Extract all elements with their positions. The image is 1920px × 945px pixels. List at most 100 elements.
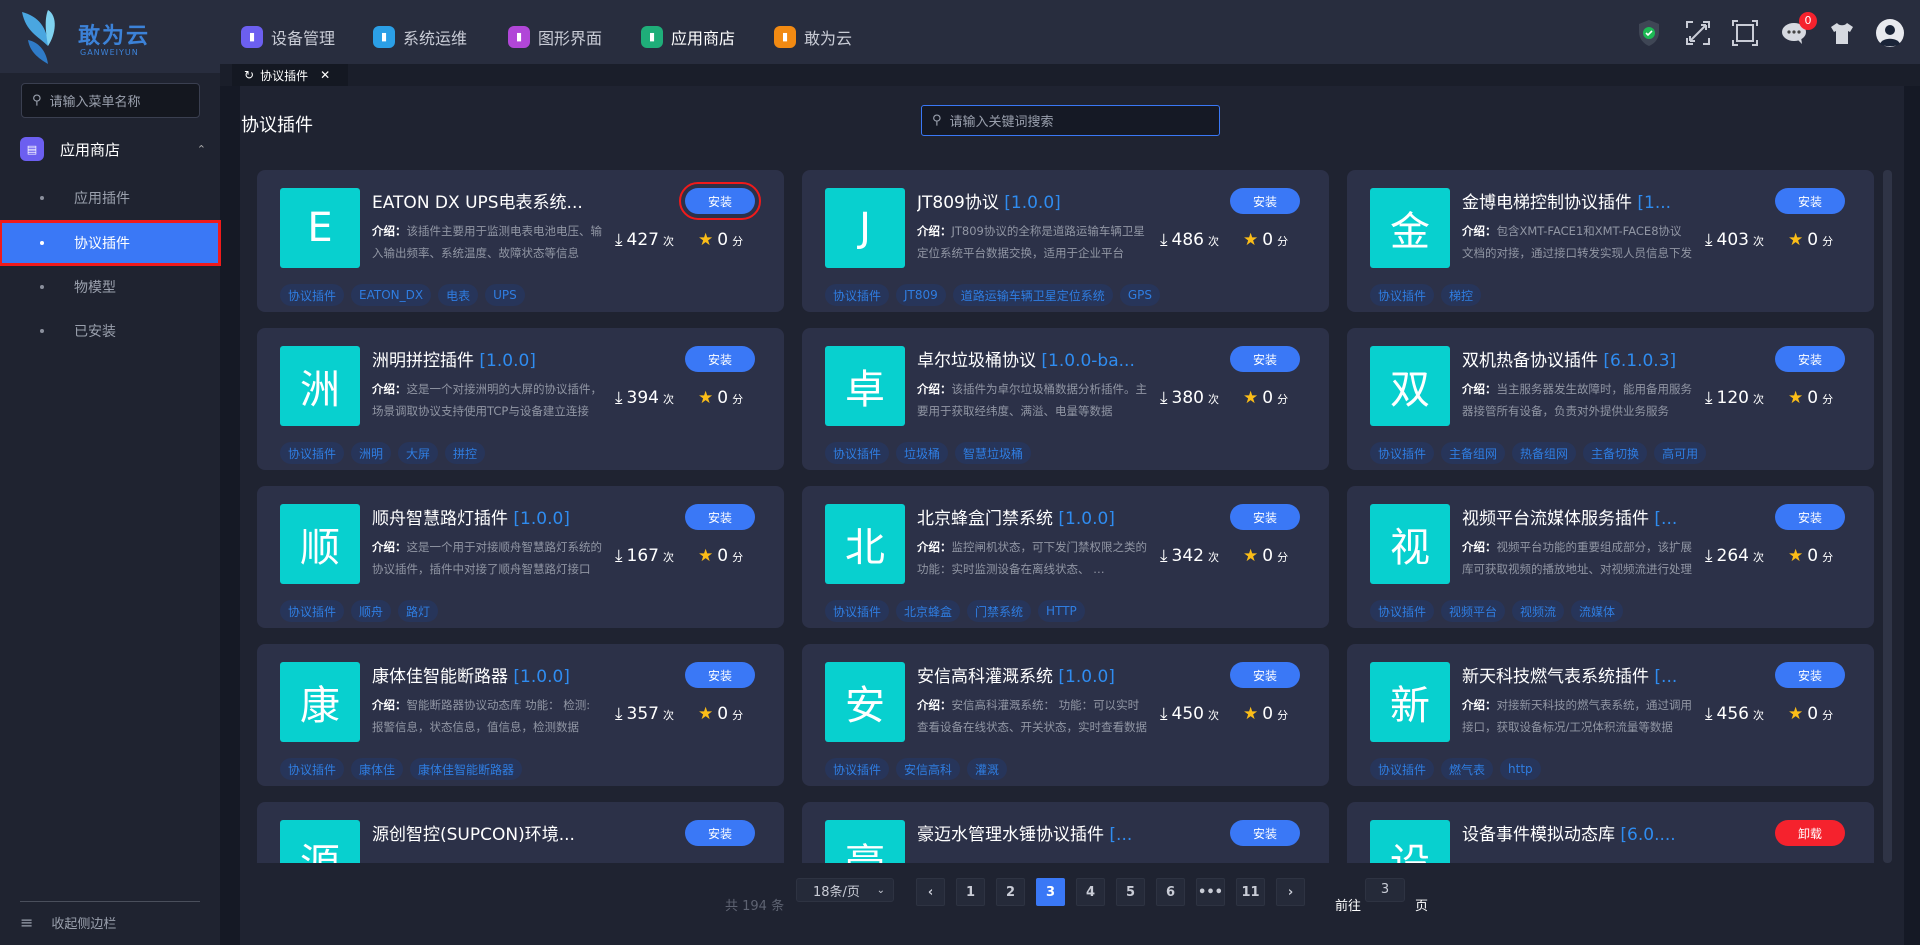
plugin-title[interactable]: 设备事件模拟动态库 [6.0.... (1462, 820, 1702, 845)
plugin-title[interactable]: 顺舟智慧路灯插件 [1.0.0] (372, 504, 612, 529)
sidebar-item-protocol-plugins[interactable]: 协议插件 (0, 220, 221, 266)
plugin-title[interactable]: EATON DX UPS电表系统... (372, 188, 612, 213)
tag[interactable]: 梯控 (1441, 284, 1482, 306)
plugin-title[interactable]: 双机热备协议插件 [6.1.0.3] (1462, 346, 1702, 371)
install-button[interactable]: 安装 (1775, 346, 1845, 372)
tag[interactable]: 安信高科 (896, 758, 961, 780)
keyword-search-input[interactable]: ⚲ 请输入关键词搜索 (921, 105, 1220, 136)
tag[interactable]: 康体佳 (351, 758, 404, 780)
install-button[interactable]: 安装 (1230, 662, 1300, 688)
logo[interactable]: 敢为云 GANWEIYUN (18, 6, 168, 66)
plugin-title[interactable]: 康体佳智能断路器 [1.0.0] (372, 662, 612, 687)
nav-tab-0[interactable]: ▮ 设备管理 (241, 0, 335, 73)
page-size-select[interactable]: 18条/页 ⌄ (796, 878, 894, 902)
tag[interactable]: 视频流 (1512, 600, 1565, 622)
tag[interactable]: http (1500, 758, 1541, 780)
tag[interactable]: 协议插件 (280, 284, 345, 306)
plugin-title[interactable]: 北京蜂盒门禁系统 [1.0.0] (917, 504, 1157, 529)
nav-tab-1[interactable]: ▮ 系统运维 (373, 0, 467, 73)
tag[interactable]: 协议插件 (1370, 600, 1435, 622)
user-avatar[interactable] (1875, 18, 1905, 48)
prev-page-button[interactable]: ‹ (916, 878, 945, 906)
refresh-icon[interactable]: ↻ (244, 68, 254, 82)
install-button[interactable]: 安装 (679, 182, 761, 220)
install-button[interactable]: 安装 (685, 820, 755, 846)
tag[interactable]: 电表 (438, 284, 479, 306)
tag[interactable]: 康体佳智能断路器 (410, 758, 523, 780)
tag[interactable]: 北京蜂盒 (896, 600, 961, 622)
tag[interactable]: 协议插件 (825, 442, 890, 464)
tag[interactable]: 垃圾桶 (896, 442, 949, 464)
tag[interactable]: 主备组网 (1441, 442, 1506, 464)
plugin-title[interactable]: JT809协议 [1.0.0] (917, 188, 1157, 213)
page-button-1[interactable]: 1 (956, 878, 985, 906)
nav-tab-2[interactable]: ▮ 图形界面 (508, 0, 602, 73)
tag[interactable]: 顺舟 (351, 600, 392, 622)
tag[interactable]: 智慧垃圾桶 (955, 442, 1032, 464)
install-button[interactable]: 安装 (685, 504, 755, 530)
tag[interactable]: UPS (485, 284, 525, 306)
page-button-3[interactable]: 3 (1036, 878, 1065, 906)
plugin-title[interactable]: 新天科技燃气表系统插件 [... (1462, 662, 1702, 687)
install-button[interactable]: 安装 (1775, 504, 1845, 530)
tag[interactable]: HTTP (1038, 600, 1085, 622)
tab-protocol-plugins[interactable]: ↻ 协议插件 ✕ (232, 64, 348, 86)
plugin-title[interactable]: 卓尔垃圾桶协议 [1.0.0-ba... (917, 346, 1157, 371)
install-button[interactable]: 安装 (1230, 346, 1300, 372)
sidebar-group-app-store[interactable]: ▤ 应用商店 ⌃ (20, 137, 210, 161)
nav-tab-3[interactable]: ▮ 应用商店 (641, 0, 735, 73)
fullscreen-icon[interactable] (1683, 18, 1713, 48)
sidebar-item-thing-model[interactable]: 物模型 (0, 265, 220, 309)
install-button[interactable]: 安装 (1775, 662, 1845, 688)
tag[interactable]: GPS (1119, 284, 1160, 306)
tag[interactable]: 拼控 (445, 442, 486, 464)
tag[interactable]: 路灯 (398, 600, 439, 622)
install-button[interactable]: 安装 (685, 346, 755, 372)
tag[interactable]: 协议插件 (825, 758, 890, 780)
uninstall-button[interactable]: 卸载 (1775, 820, 1845, 846)
tag[interactable]: 高可用 (1654, 442, 1707, 464)
plugin-title[interactable]: 金博电梯控制协议插件 [1... (1462, 188, 1702, 213)
tag[interactable]: 协议插件 (280, 758, 345, 780)
tag[interactable]: 协议插件 (280, 442, 345, 464)
security-shield-icon[interactable] (1634, 18, 1664, 48)
page-button-6[interactable]: 6 (1156, 878, 1185, 906)
close-icon[interactable]: ✕ (320, 68, 330, 82)
page-button-5[interactable]: 5 (1116, 878, 1145, 906)
tag[interactable]: 主备切换 (1583, 442, 1648, 464)
page-button-4[interactable]: 4 (1076, 878, 1105, 906)
install-button[interactable]: 安装 (685, 662, 755, 688)
collapse-sidebar-button[interactable]: ≡ 收起侧边栏 (20, 913, 116, 932)
tag[interactable]: EATON_DX (351, 284, 432, 306)
install-button[interactable]: 安装 (1230, 504, 1300, 530)
sidebar-item-app-plugins[interactable]: 应用插件 (0, 176, 220, 220)
tag[interactable]: 协议插件 (280, 600, 345, 622)
tag[interactable]: 协议插件 (825, 600, 890, 622)
next-page-button[interactable]: › (1276, 878, 1305, 906)
tag[interactable]: 协议插件 (1370, 758, 1435, 780)
theme-shirt-icon[interactable] (1827, 18, 1857, 48)
page-button-11[interactable]: 11 (1236, 878, 1265, 906)
nav-tab-4[interactable]: ▮ 敢为云 (774, 0, 852, 73)
tag[interactable]: 协议插件 (1370, 284, 1435, 306)
tag[interactable]: 流媒体 (1571, 600, 1624, 622)
install-button[interactable]: 安装 (1230, 820, 1300, 846)
tag[interactable]: 洲明 (351, 442, 392, 464)
tag[interactable]: 燃气表 (1441, 758, 1494, 780)
tag[interactable]: 灌溉 (967, 758, 1008, 780)
screen-frame-icon[interactable] (1730, 18, 1760, 48)
goto-page-input[interactable]: 3 (1365, 878, 1405, 902)
page-button-•••[interactable]: ••• (1196, 878, 1225, 906)
scrollbar[interactable] (1883, 170, 1892, 863)
menu-search-input[interactable]: ⚲ 请输入菜单名称 (21, 83, 200, 118)
plugin-title[interactable]: 洲明拼控插件 [1.0.0] (372, 346, 612, 371)
plugin-title[interactable]: 豪迈水管理水锤协议插件 [... (917, 820, 1157, 845)
page-button-2[interactable]: 2 (996, 878, 1025, 906)
tag[interactable]: 协议插件 (825, 284, 890, 306)
tag[interactable]: 门禁系统 (967, 600, 1032, 622)
message-icon[interactable]: 0 (1779, 12, 1817, 48)
plugin-title[interactable]: 源创智控(SUPCON)环境... (372, 820, 612, 845)
install-button[interactable]: 安装 (1230, 188, 1300, 214)
plugin-title[interactable]: 安信高科灌溉系统 [1.0.0] (917, 662, 1157, 687)
tag[interactable]: 热备组网 (1512, 442, 1577, 464)
